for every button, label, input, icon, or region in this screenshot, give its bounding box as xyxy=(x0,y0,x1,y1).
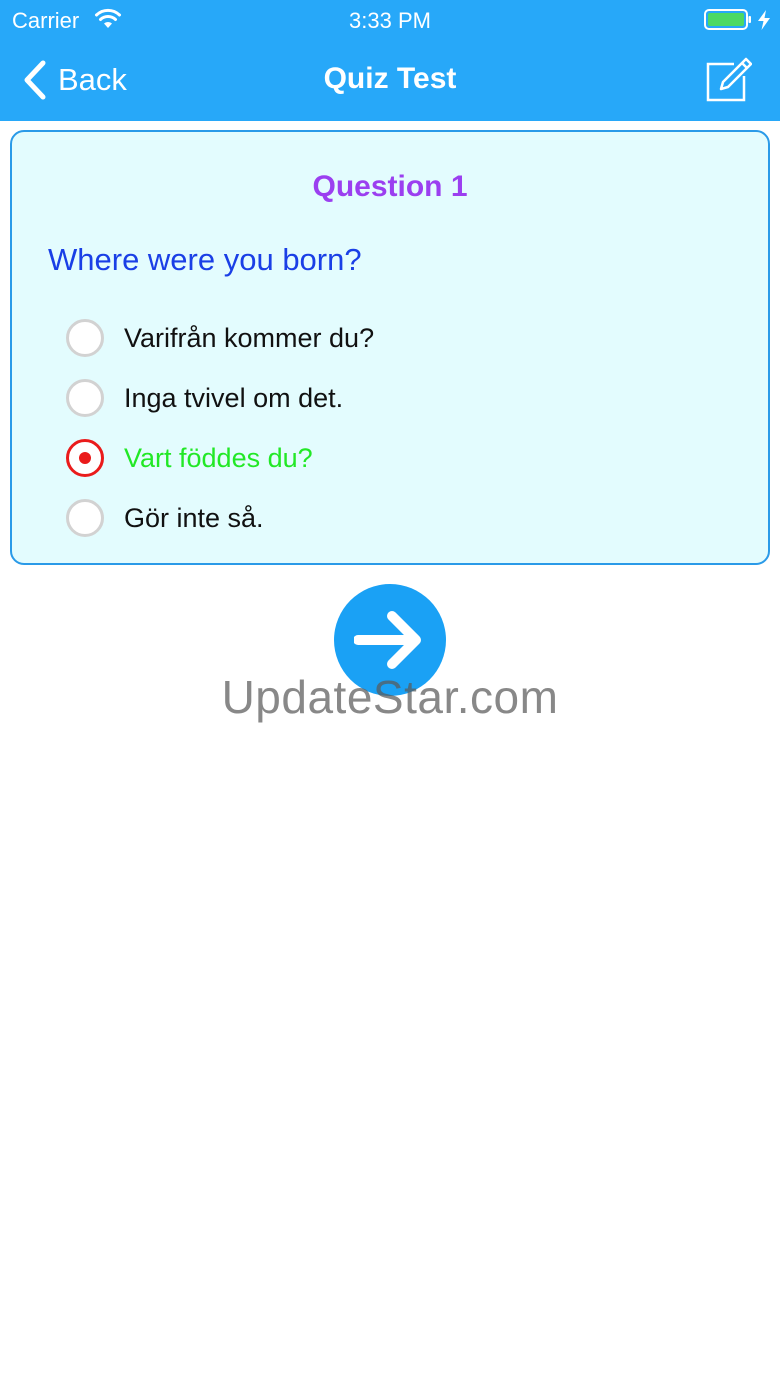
question-text: Where were you born? xyxy=(48,242,362,277)
radio-button[interactable] xyxy=(66,379,104,417)
radio-button[interactable] xyxy=(66,319,104,357)
option-label: Varifrån kommer du? xyxy=(124,322,375,353)
bolt-icon xyxy=(758,10,770,30)
answer-option-selected[interactable]: Vart föddes du? xyxy=(66,428,716,488)
page-title: Quiz Test xyxy=(323,62,457,95)
question-card: Question 1 Where were you born? Varifrån… xyxy=(10,130,770,565)
status-time: 3:33 PM xyxy=(349,8,431,33)
answer-options: Varifrån kommer du? Inga tvivel om det. … xyxy=(66,308,716,548)
answer-option[interactable]: Gör inte så. xyxy=(66,488,716,548)
top-bar: Carrier 3:33 PM Back Quiz Test xyxy=(0,0,780,121)
answer-option[interactable]: Inga tvivel om det. xyxy=(66,368,716,428)
status-bar: Carrier 3:33 PM xyxy=(0,0,780,40)
watermark-text: UpdateStar.com xyxy=(221,671,559,723)
radio-button-selected[interactable] xyxy=(66,439,104,477)
edit-icon[interactable] xyxy=(704,56,752,104)
nav-bar: Back Quiz Test xyxy=(0,40,780,121)
option-label: Inga tvivel om det. xyxy=(124,382,344,413)
arrow-right-icon xyxy=(354,611,421,669)
question-number: Question 1 xyxy=(312,170,468,203)
option-label: Gör inte så. xyxy=(124,502,264,533)
answer-option[interactable]: Varifrån kommer du? xyxy=(66,308,716,368)
battery-icon xyxy=(704,9,751,30)
option-label: Vart föddes du? xyxy=(124,442,313,473)
radio-button[interactable] xyxy=(66,499,104,537)
